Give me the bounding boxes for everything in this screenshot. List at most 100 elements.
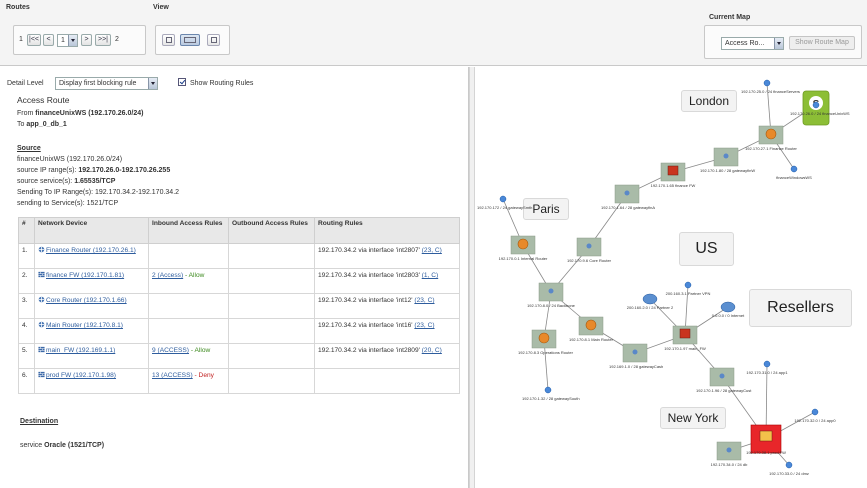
routes-pager: 1 |<< < 1 > >>| 2 [13, 25, 146, 55]
row-outbound [228, 268, 315, 294]
host-icon [785, 461, 793, 469]
pager-prev-button[interactable]: < [43, 34, 54, 46]
to-prefix: To [17, 121, 25, 128]
device-link[interactable]: Main Router (192.170.8.1) [46, 322, 123, 329]
node-label: 192.170.1.65 finance FW [650, 183, 696, 188]
node-label: financeWindowsWS [776, 175, 812, 180]
split-view-icon [184, 37, 196, 43]
node-label: 192.170.0.1 Internal Router [498, 256, 548, 261]
device-link[interactable]: prod FW (192.170.1.98) [46, 372, 116, 379]
region-label-resellers: Resellers [749, 289, 852, 327]
device-link[interactable]: Core Router (192.170.1.66) [46, 297, 127, 304]
view-switcher [155, 25, 230, 55]
device-link[interactable]: finance FW (192.170.1.81) [46, 272, 124, 279]
inbound-rule-status: - Allow [185, 272, 205, 279]
current-map-group: Access Ro... Show Route Map [704, 25, 862, 59]
pager-last-button[interactable]: >>| [95, 34, 111, 46]
from-line: From financeUnixWS (192.170.26.0/24) [17, 109, 143, 118]
routing-rule-ref[interactable]: (23, C) [414, 322, 434, 329]
pager-total: 2 [115, 36, 119, 43]
route-hops-table: # Network Device Inbound Access Rules Ou… [18, 217, 460, 394]
show-route-map-button[interactable]: Show Route Map [789, 36, 855, 50]
table-row: 6. prod FW (192.170.1.98) 13 (ACCESS) - De… [18, 368, 460, 394]
inbound-rule-link[interactable]: 9 (ACCESS) [152, 347, 189, 354]
map-select[interactable]: Access Ro... [721, 37, 784, 50]
row-num: 2. [18, 268, 35, 294]
device-link[interactable]: Finance Router (192.170.26.1) [46, 247, 136, 254]
node-label: 192.170.26.0 / 24 financeUnixWS [790, 111, 850, 116]
text-view-button[interactable] [162, 34, 175, 46]
row-outbound [228, 318, 315, 344]
node-label: 192.170.33.0 / 24 dmz [769, 471, 809, 476]
source-services: source service(s): 1.65535/TCP [17, 177, 115, 186]
detail-level-label: Detail Level [7, 80, 44, 87]
host-icon [790, 165, 798, 173]
detail-level-value: Display first blocking rule [59, 80, 137, 87]
region-label-us: US [679, 232, 734, 266]
node-label: 192.170.1.80 / 28 gatewayfinW [700, 168, 756, 173]
document-icon [166, 37, 172, 43]
row-device: main_FW (192.169.1.1) [34, 343, 149, 369]
node-label: 192.170.8.1 Main Router [568, 337, 614, 342]
source-services-value: 1.65535/TCP [74, 178, 116, 185]
node-label: 192.170.38.1 prod FW [746, 450, 786, 455]
node-label: 192.170.27.1 Finance Router [745, 146, 797, 151]
row-routing: 192.170.34.2 via interface 'int16' (23, … [314, 318, 460, 344]
routing-rule-text: 192.170.34.2 via interface 'int2809' [318, 347, 420, 354]
network-map[interactable]: S London Paris US Resellers New York 192… [476, 67, 867, 488]
routing-rule-ref[interactable]: (20, C) [422, 347, 442, 354]
row-num: 3. [18, 293, 35, 319]
routing-rule-ref[interactable]: (1, C) [422, 272, 438, 279]
access-route-heading: Access Route [17, 95, 70, 105]
map-view-button[interactable] [207, 34, 220, 46]
table-header-row: # Network Device Inbound Access Rules Ou… [18, 217, 460, 244]
split-view-button[interactable] [180, 34, 200, 46]
col-num-header: # [18, 217, 35, 244]
routing-rule-text: 192.170.34.2 via interface 'int2803' [318, 272, 420, 279]
routing-rule-ref[interactable]: (23, C) [422, 247, 442, 254]
node-label: 200.160.3.1 Partner VPN [665, 291, 711, 296]
routing-rule-ref[interactable]: (23, C) [414, 297, 434, 304]
show-routing-rules-checkbox[interactable] [178, 78, 186, 86]
row-routing: 192.170.34.2 via interface 'int2809' (20… [314, 343, 460, 369]
source-services-prefix: source service(s): [17, 178, 73, 185]
pager-page-value: 1 [61, 37, 65, 44]
node-label: 192.170.1.97 main_FW [664, 346, 706, 351]
firewall-icon [38, 346, 45, 353]
network-dot-icon [586, 243, 592, 249]
node-label: 192.170.9.6 Core Router [566, 258, 612, 263]
node-label: 192.170.32.0 / 24 app0 [794, 418, 836, 423]
row-device: Finance Router (192.170.26.1) [34, 243, 149, 269]
panel-splitter[interactable] [469, 67, 475, 488]
pager-first-button[interactable]: |<< [27, 34, 41, 46]
table-row: 2. finance FW (192.170.1.81) 2 (Access) - … [18, 268, 460, 294]
row-routing [314, 368, 460, 394]
inbound-rule-status: - Allow [190, 347, 211, 354]
node-label: 192.169.1.0 / 28 gatewayCash [609, 364, 664, 369]
node-label: 0.0.0.0 / 0 Internet [711, 313, 745, 318]
pager-next-button[interactable]: > [81, 34, 92, 46]
from-value: financeUnixWS (192.170.26.0/24) [35, 110, 144, 117]
router-icon [765, 128, 777, 140]
show-routing-rules-label: Show Routing Rules [190, 80, 254, 87]
chevron-down-icon [68, 35, 77, 46]
routing-rule-text: 192.170.34.2 via interface 'int16' [318, 322, 413, 329]
table-row: 4. Main Router (192.170.8.1) 192.170.34.2… [18, 318, 460, 344]
row-routing: 192.170.34.2 via interface 'int2803' (1,… [314, 268, 460, 294]
node-label: 192.170.172 / 24 gatewaySmth [477, 205, 533, 210]
inbound-rule-link[interactable]: 2 (Access) [152, 272, 183, 279]
host-icon [763, 79, 771, 87]
host-icon [811, 408, 819, 416]
inbound-rule-link[interactable]: 13 (ACCESS) [152, 372, 193, 379]
router-icon [517, 238, 529, 250]
node-label: 192.170.1.32 / 28 gatewaySouth [522, 396, 580, 401]
row-inbound: 9 (ACCESS) - Allow [148, 343, 229, 369]
to-line: To app_0_db_1 [17, 120, 67, 129]
pager-page-select[interactable]: 1 [57, 34, 78, 47]
device-link[interactable]: main_FW (192.169.1.1) [46, 347, 115, 354]
node-label: 200.160.2.0 / 24 Partner 2 [626, 305, 674, 310]
route-details-panel: Detail Level Display first blocking rule… [2, 67, 469, 488]
detail-level-select[interactable]: Display first blocking rule [55, 77, 158, 90]
router-icon [538, 332, 550, 344]
col-device-header: Network Device [34, 217, 149, 244]
